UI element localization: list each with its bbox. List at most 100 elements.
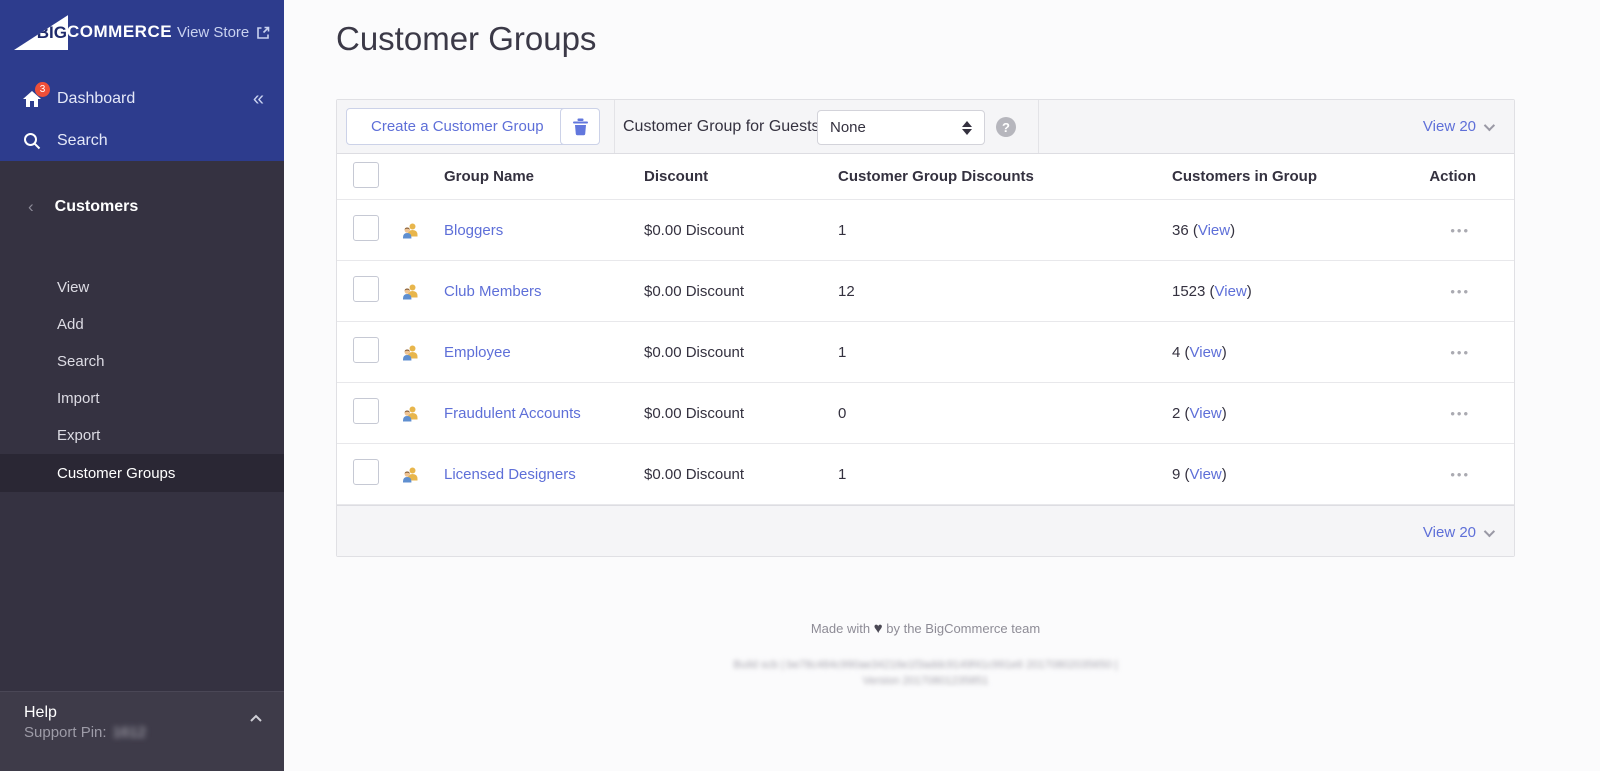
group-name-link[interactable]: Licensed Designers (444, 466, 576, 483)
logo-big-text: BIG (37, 23, 67, 43)
guest-group-select[interactable]: None (817, 110, 985, 145)
row-checkbox[interactable] (353, 337, 379, 363)
notification-badge: 3 (35, 82, 50, 97)
customer-group-icon (401, 466, 444, 483)
customers-in-group-cell: 1523 (View) (1172, 283, 1392, 300)
view-customers-link[interactable]: View (1215, 283, 1247, 300)
guest-group-selected-value: None (830, 119, 866, 136)
discount-value: $0.00 Discount (644, 405, 838, 422)
support-pin-value: 1612 (113, 724, 146, 741)
search-icon (22, 132, 42, 150)
discount-value: $0.00 Discount (644, 466, 838, 483)
table-header: Group Name Discount Customer Group Disco… (337, 154, 1514, 200)
select-all-checkbox[interactable] (353, 162, 379, 188)
customer-groups-panel: Create a Customer Group Customer Group f… (336, 99, 1515, 557)
select-spinner-icon (962, 121, 972, 135)
sidebar-item-customer-groups[interactable]: Customer Groups (0, 454, 284, 492)
table-row: Employee $0.00 Discount 1 4 (View) ••• (337, 322, 1514, 383)
group-discounts-count: 1 (838, 222, 1172, 239)
row-checkbox[interactable] (353, 459, 379, 485)
sidebar-item-add[interactable]: Add (0, 306, 284, 343)
view-customers-link[interactable]: View (1190, 466, 1222, 483)
group-name-link[interactable]: Fraudulent Accounts (444, 405, 581, 422)
row-actions-menu-icon[interactable]: ••• (1450, 223, 1470, 238)
row-actions-menu-icon[interactable]: ••• (1450, 284, 1470, 299)
row-checkbox[interactable] (353, 398, 379, 424)
footer-view-count-label: View 20 (1423, 524, 1476, 541)
view-customers-link[interactable]: View (1190, 405, 1222, 422)
help-panel[interactable]: Help Support Pin: 1612 (0, 691, 284, 771)
column-action: Action (1392, 168, 1514, 185)
group-discounts-count: 12 (838, 283, 1172, 300)
toolbar-divider (614, 100, 615, 153)
column-group-discounts: Customer Group Discounts (838, 168, 1172, 185)
toolbar-divider (1038, 100, 1039, 153)
group-name-link[interactable]: Bloggers (444, 222, 503, 239)
main-content: Customer Groups Create a Customer Group … (284, 0, 1600, 771)
bigcommerce-admin: BIG COMMERCE View Store 3 (0, 0, 1600, 771)
sidebar-item-dashboard[interactable]: 3 Dashboard (0, 82, 284, 116)
table-row: Licensed Designers $0.00 Discount 1 9 (V… (337, 444, 1514, 505)
panel-toolbar: Create a Customer Group Customer Group f… (337, 100, 1514, 154)
group-discounts-count: 0 (838, 405, 1172, 422)
sidebar-header: BIG COMMERCE View Store 3 (0, 0, 284, 161)
group-discounts-count: 1 (838, 466, 1172, 483)
sidebar-item-label: Customer Groups (57, 465, 175, 482)
home-icon: 3 (22, 90, 42, 108)
help-title: Help (24, 704, 57, 722)
customers-count: 4 (1172, 344, 1180, 361)
customers-count: 2 (1172, 405, 1180, 422)
footer-view-count-dropdown[interactable]: View 20 (1423, 506, 1492, 559)
sidebar-item-import[interactable]: Import (0, 380, 284, 417)
sidebar-item-label: Search (57, 353, 105, 370)
table-row: Bloggers $0.00 Discount 1 36 (View) ••• (337, 200, 1514, 261)
made-with-line: Made with ♥ by the BigCommerce team (336, 620, 1515, 637)
back-chevron-icon[interactable]: ‹ (28, 197, 34, 217)
logo-commerce-text: COMMERCE (67, 22, 172, 42)
column-discount: Discount (644, 168, 838, 185)
discount-value: $0.00 Discount (644, 283, 838, 300)
support-pin: Support Pin: 1612 (24, 724, 146, 741)
collapse-sidebar-icon[interactable]: « (253, 88, 264, 111)
bigcommerce-logo: BIG COMMERCE (14, 14, 172, 50)
group-name-link[interactable]: Club Members (444, 283, 542, 300)
customers-count: 36 (1172, 222, 1189, 239)
view-customers-link[interactable]: View (1190, 344, 1222, 361)
chevron-down-icon (1484, 525, 1495, 536)
sidebar-item-search-customers[interactable]: Search (0, 343, 284, 380)
sidebar-item-view[interactable]: View (0, 269, 284, 306)
discount-value: $0.00 Discount (644, 222, 838, 239)
version-info: Version 20170801235851 (336, 675, 1515, 687)
customers-section-header: ‹ Customers (0, 197, 284, 217)
group-discounts-count: 1 (838, 344, 1172, 361)
view-customers-link[interactable]: View (1198, 222, 1230, 239)
help-tooltip-icon[interactable]: ? (996, 117, 1016, 137)
sidebar-item-label: Add (57, 316, 84, 333)
sidebar-nav: ‹ Customers View Add Search Import Expor… (0, 161, 284, 691)
sidebar-item-search[interactable]: Search (0, 124, 284, 158)
customer-group-icon (401, 405, 444, 422)
row-actions-menu-icon[interactable]: ••• (1450, 467, 1470, 482)
panel-footer: View 20 (337, 505, 1514, 556)
create-customer-group-button[interactable]: Create a Customer Group (346, 108, 569, 145)
customers-menu: View Add Search Import Export Customer G… (0, 269, 284, 492)
search-label: Search (57, 132, 108, 150)
sidebar-item-label: Import (57, 390, 100, 407)
dashboard-label: Dashboard (57, 90, 135, 108)
group-name-link[interactable]: Employee (444, 344, 511, 361)
sidebar-item-export[interactable]: Export (0, 417, 284, 454)
row-actions-menu-icon[interactable]: ••• (1450, 406, 1470, 421)
chevron-up-icon[interactable] (250, 714, 260, 724)
guest-group-label: Customer Group for Guests (623, 100, 820, 153)
delete-button[interactable] (560, 108, 600, 145)
page-title: Customer Groups (336, 20, 596, 58)
support-pin-label: Support Pin: (24, 724, 107, 741)
row-actions-menu-icon[interactable]: ••• (1450, 345, 1470, 360)
row-checkbox[interactable] (353, 215, 379, 241)
view-store-link[interactable]: View Store (177, 24, 271, 41)
row-checkbox[interactable] (353, 276, 379, 302)
sidebar-item-label: Export (57, 427, 100, 444)
customers-section-title: Customers (55, 198, 139, 216)
view-count-dropdown[interactable]: View 20 (1423, 100, 1492, 153)
customers-in-group-cell: 4 (View) (1172, 344, 1392, 361)
